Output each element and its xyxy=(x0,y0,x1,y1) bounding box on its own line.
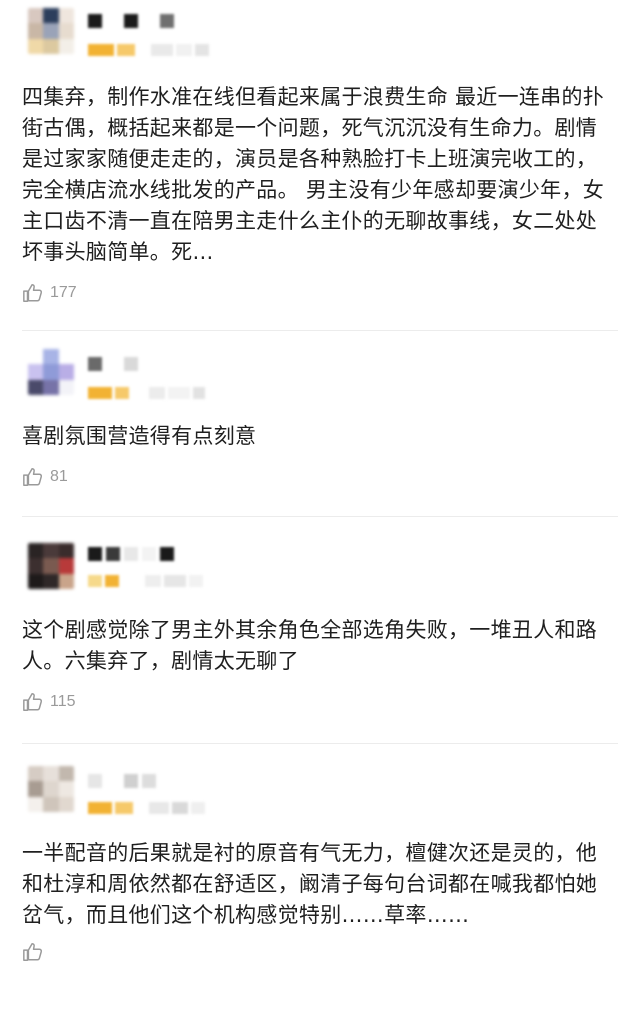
comment-header xyxy=(22,349,618,407)
comment-item: 四集弃，制作水准在线但看起来属于浪费生命 最近一连串的扑街古偶，概括起来都是一个… xyxy=(0,0,640,308)
comment-text: 一半配音的后果就是衬的原音有气无力，檀健次还是灵的，他和杜淳和周依然都在舒适区，… xyxy=(22,841,598,927)
comment-feed: 四集弃，制作水准在线但看起来属于浪费生命 最近一连串的扑街古偶，概括起来都是一个… xyxy=(0,0,640,967)
comment-item: 一半配音的后果就是衬的原音有气无力，檀健次还是灵的，他和杜淳和周依然都在舒适区，… xyxy=(0,744,640,967)
like-button[interactable] xyxy=(22,937,618,967)
thumbs-up-icon xyxy=(22,691,44,713)
comment-item: 喜剧氛围营造得有点刻意 81 xyxy=(0,331,640,492)
like-button[interactable]: 115 xyxy=(22,687,618,717)
like-count: 177 xyxy=(50,284,77,301)
avatar[interactable] xyxy=(28,766,74,812)
comment-header xyxy=(22,6,618,64)
like-button[interactable]: 81 xyxy=(22,462,618,492)
comment-item: 这个剧感觉除了男主外其余角色全部选角失败，一堆丑人和路人。六集弃了，剧情太无聊了… xyxy=(0,517,640,717)
like-count: 115 xyxy=(50,693,76,710)
thumbs-up-icon xyxy=(22,941,44,963)
thumbs-up-icon xyxy=(22,282,44,304)
comment-text: 喜剧氛围营造得有点刻意 xyxy=(22,424,257,448)
comment-text: 四集弃，制作水准在线但看起来属于浪费生命 最近一连串的扑街古偶，概括起来都是一个… xyxy=(22,85,605,264)
like-count: 81 xyxy=(50,468,68,485)
avatar[interactable] xyxy=(28,349,74,395)
username[interactable] xyxy=(88,357,138,371)
like-button[interactable]: 177 xyxy=(22,278,618,308)
username[interactable] xyxy=(88,774,156,788)
avatar[interactable] xyxy=(28,543,74,589)
comment-header xyxy=(22,543,618,601)
comment-header xyxy=(22,766,618,824)
user-badge-and-meta xyxy=(88,575,203,587)
comment-text: 这个剧感觉除了男主外其余角色全部选角失败，一堆丑人和路人。六集弃了，剧情太无聊了 xyxy=(22,618,598,673)
user-badge-and-meta xyxy=(88,802,205,814)
username[interactable] xyxy=(88,14,174,28)
user-badge-and-meta xyxy=(88,44,209,56)
avatar[interactable] xyxy=(28,8,74,54)
thumbs-up-icon xyxy=(22,466,44,488)
user-badge-and-meta xyxy=(88,387,205,399)
username[interactable] xyxy=(88,547,174,561)
